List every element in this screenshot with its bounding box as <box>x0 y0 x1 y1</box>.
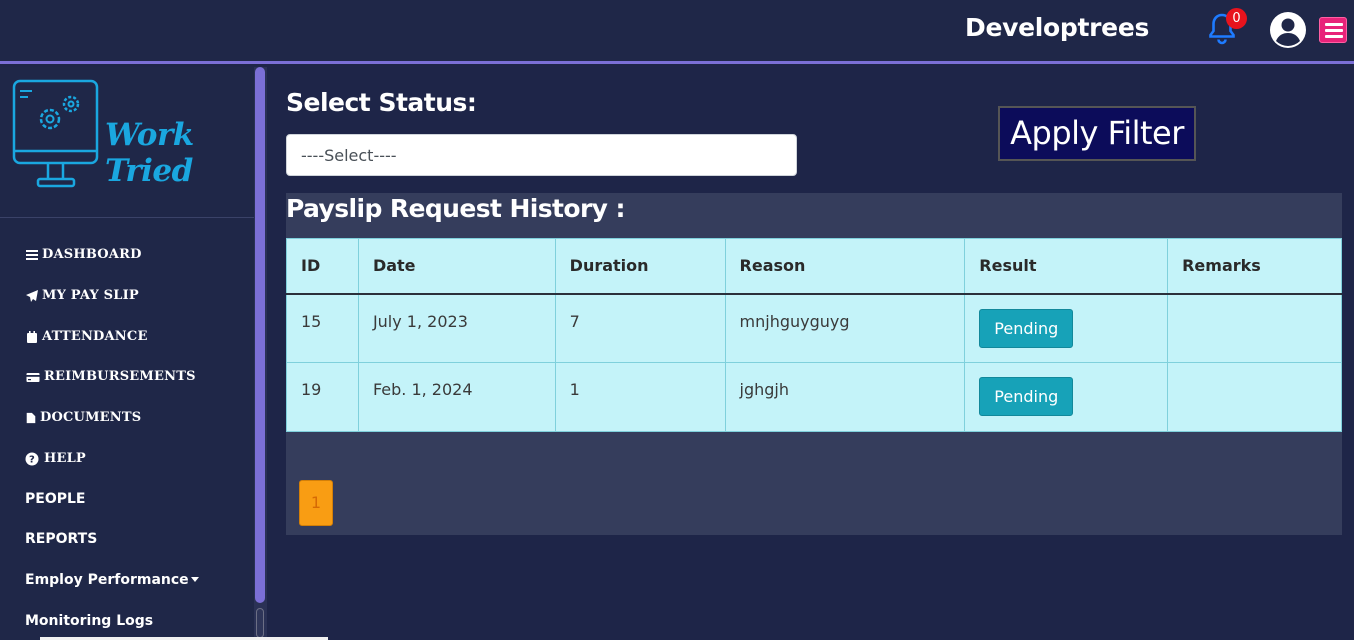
cell-reason: mnjhguyguyg <box>724 293 966 363</box>
cell-duration: 7 <box>554 293 726 363</box>
cell-id: 15 <box>286 293 359 363</box>
column-header-reason: Reason <box>724 238 966 295</box>
sidebar-item-attendance[interactable]: ATTENDANCE <box>25 329 148 344</box>
column-header-duration: Duration <box>554 238 726 295</box>
apply-filter-button[interactable]: Apply Filter <box>998 106 1196 161</box>
user-avatar-icon[interactable] <box>1269 11 1307 49</box>
status-select[interactable]: ----Select---- <box>286 134 797 176</box>
sidebar-divider <box>0 217 254 218</box>
sidebar-item-label: REIMBURSEMENTS <box>44 369 196 384</box>
sidebar-item-label: DOCUMENTS <box>40 410 142 425</box>
sidebar-item-label: MY PAY SLIP <box>42 288 139 303</box>
sidebar-item-label: PEOPLE <box>25 491 86 507</box>
status-filter-label: Select Status: <box>286 88 477 117</box>
column-header-result: Result <box>964 238 1169 295</box>
payslip-history-table: ID Date Duration Reason Result Remarks 1… <box>286 238 1342 432</box>
sidebar-item-label: REPORTS <box>25 531 98 547</box>
hamburger-menu-button[interactable] <box>1319 17 1347 43</box>
table-row: 19 Feb. 1, 2024 1 jghgjh Pending <box>286 362 1342 432</box>
sidebar-scrollbar-thumb[interactable] <box>255 67 265 603</box>
sidebar-item-label: HELP <box>44 451 86 466</box>
svg-text:?: ? <box>29 454 35 465</box>
sidebar-item-label: ATTENDANCE <box>42 329 148 344</box>
caret-down-icon <box>190 576 199 582</box>
payslip-history-panel: Payslip Request History : ID Date Durati… <box>286 193 1342 535</box>
pagination-page-button[interactable]: 1 <box>299 480 333 526</box>
sidebar-item-label: DASHBOARD <box>42 247 142 262</box>
paper-plane-icon <box>26 289 38 302</box>
cell-result: Pending <box>964 362 1169 432</box>
sidebar-item-employ-performance[interactable]: Employ Performance <box>25 572 199 588</box>
column-header-id: ID <box>286 238 359 295</box>
sidebar: Work Tried DASHBOARD MY PAY SLIP ATTENDA… <box>0 67 254 640</box>
question-circle-icon: ? <box>25 452 39 465</box>
sidebar-item-label: Employ Performance <box>25 572 189 588</box>
cell-id: 19 <box>286 362 359 432</box>
sidebar-item-reimbursements[interactable]: REIMBURSEMENTS <box>25 369 196 384</box>
sidebar-item-my-pay-slip[interactable]: MY PAY SLIP <box>25 288 139 303</box>
column-header-date: Date <box>357 238 556 295</box>
cell-date: Feb. 1, 2024 <box>357 362 556 432</box>
cell-remarks <box>1167 362 1342 432</box>
calendar-icon <box>27 330 37 343</box>
column-header-remarks: Remarks <box>1167 238 1342 295</box>
cell-reason: jghgjh <box>724 362 966 432</box>
sidebar-item-people[interactable]: PEOPLE <box>25 491 85 507</box>
cell-date: July 1, 2023 <box>357 293 556 363</box>
logo-text: Work Tried <box>105 117 194 189</box>
bars-icon <box>26 249 38 260</box>
notification-badge: 0 <box>1226 8 1247 29</box>
sidebar-item-help[interactable]: ? HELP <box>25 451 86 466</box>
sidebar-item-dashboard[interactable]: DASHBOARD <box>25 247 142 262</box>
brand-name[interactable]: Developtrees <box>965 13 1149 42</box>
cell-result: Pending <box>964 293 1169 363</box>
sidebar-item-documents[interactable]: DOCUMENTS <box>25 410 141 425</box>
sidebar-item-monitoring-logs[interactable]: Monitoring Logs <box>25 613 153 629</box>
credit-card-icon <box>26 372 40 382</box>
table-row: 15 July 1, 2023 7 mnjhguyguyg Pending <box>286 293 1342 363</box>
cell-remarks <box>1167 293 1342 363</box>
pending-status-button[interactable]: Pending <box>979 377 1074 416</box>
history-title: Payslip Request History : <box>286 194 625 223</box>
sidebar-item-reports[interactable]: REPORTS <box>25 531 97 547</box>
pending-status-button[interactable]: Pending <box>979 308 1074 348</box>
file-icon <box>26 412 36 423</box>
cell-duration: 1 <box>554 362 726 432</box>
sidebar-item-label: Monitoring Logs <box>25 613 154 629</box>
table-header-row: ID Date Duration Reason Result Remarks <box>286 238 1342 295</box>
top-navbar: Developtrees 0 <box>0 0 1354 64</box>
sidebar-scrollbar-arrow[interactable] <box>256 608 264 638</box>
